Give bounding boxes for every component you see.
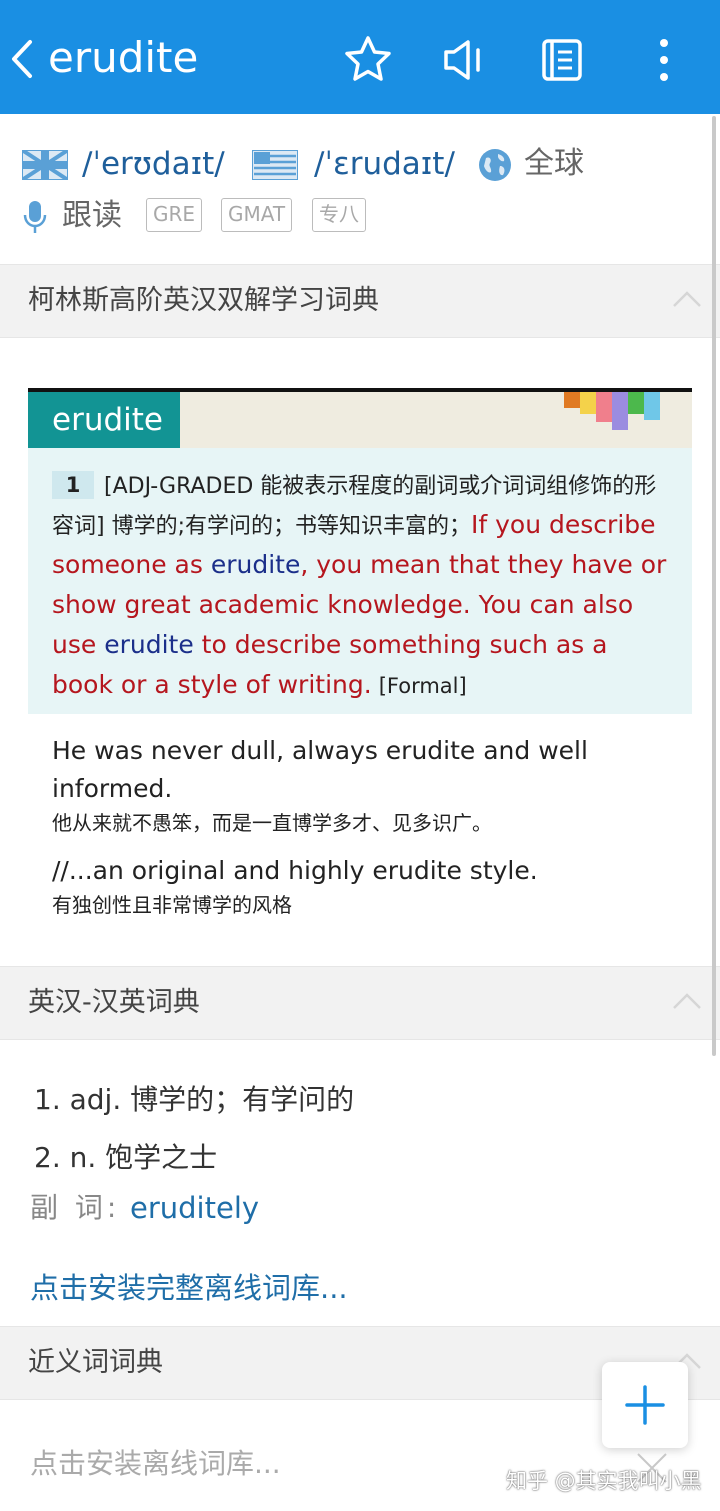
speaker-icon[interactable]: [438, 34, 490, 86]
notebook-icon[interactable]: [536, 34, 588, 86]
watermark: 知乎 @其实我叫小黑: [506, 1469, 702, 1493]
exam-tag-tem8: 专八: [312, 198, 366, 232]
more-icon[interactable]: [640, 34, 692, 86]
app-bar: erudite: [0, 0, 720, 114]
global-pronunciation-label[interactable]: 全球: [524, 142, 584, 186]
collins-definition: 1 [ADJ-GRADED 能被表示程度的副词或介词词组修饰的形容词] 博学的;有…: [52, 468, 672, 706]
adverb-link[interactable]: eruditely: [130, 1186, 259, 1230]
collins-decoration-bars: [564, 392, 660, 430]
uk-phonetic[interactable]: /ˈerʊdaɪt/: [82, 142, 225, 186]
install-dictionary-link[interactable]: 点击安装完整离线词库...: [30, 1266, 348, 1310]
us-flag-icon[interactable]: [252, 150, 298, 180]
example-chinese: 有独创性且非常博学的风格: [52, 893, 292, 917]
exam-tag-gmat: GMAT: [221, 198, 293, 232]
add-to-wordbook-button[interactable]: [602, 1362, 688, 1448]
exam-tag-gre: GRE: [146, 198, 203, 232]
example-english[interactable]: He was never dull, always erudite and we…: [52, 732, 692, 808]
uk-flag-icon[interactable]: [22, 150, 68, 180]
headword-highlight[interactable]: erudite: [104, 630, 194, 659]
back-icon[interactable]: [8, 38, 38, 80]
section-title: 近义词词典: [28, 1347, 163, 1378]
register-label: [Formal]: [378, 674, 467, 698]
scrollbar[interactable]: [712, 116, 716, 1056]
section-title: 柯林斯高阶英汉双解学习词典: [28, 285, 379, 316]
globe-icon[interactable]: [478, 148, 512, 182]
follow-read-label[interactable]: 跟读: [62, 194, 122, 238]
headword-highlight[interactable]: erudite: [211, 550, 301, 579]
chinese-definition: 博学的;有学问的；书等知识丰富的；: [111, 514, 472, 539]
example-chinese: 他从来就不愚笨，而是一直博学多才、见多识广。: [52, 811, 492, 835]
chevron-up-icon[interactable]: [672, 991, 702, 1011]
microphone-icon[interactable]: [22, 200, 48, 234]
definition-item: 1. adj. 博学的；有学问的: [34, 1083, 355, 1116]
section-header-ec-dictionary[interactable]: 英汉-汉英词典: [0, 966, 720, 1040]
install-offline-link[interactable]: 点击安装离线词库...: [30, 1442, 281, 1486]
sense-number: 1: [52, 471, 94, 499]
star-icon[interactable]: [342, 34, 394, 86]
example-english[interactable]: //...an original and highly erudite styl…: [52, 852, 692, 890]
us-phonetic[interactable]: /ˈɛrudaɪt/: [314, 142, 455, 186]
section-header-collins[interactable]: 柯林斯高阶英汉双解学习词典: [0, 264, 720, 338]
pronunciation-panel: /ˈerʊdaɪt/ /ˈɛrudaɪt/ 全球 跟读 GRE GMAT 专八: [0, 114, 720, 264]
plus-icon: [625, 1385, 665, 1425]
chevron-up-icon[interactable]: [672, 289, 702, 309]
collins-entry-card: erudite 1 [ADJ-GRADED 能被表示程度的副词或介词词组修饰的形容…: [28, 388, 692, 714]
page-title: erudite: [48, 33, 199, 82]
example-list: He was never dull, always erudite and we…: [52, 732, 692, 934]
section-title: 英汉-汉英词典: [28, 987, 200, 1018]
collins-headword: erudite: [28, 392, 180, 448]
definition-item: 2. n. 饱学之士: [34, 1141, 218, 1174]
adverb-label: 副 词:: [30, 1191, 121, 1224]
